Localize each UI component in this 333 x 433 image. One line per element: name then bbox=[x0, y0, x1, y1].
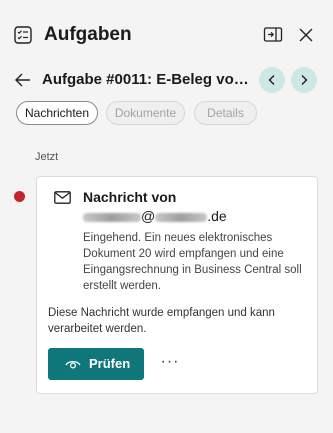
message-note: Diese Nachricht wurde empfangen und kann… bbox=[48, 307, 275, 335]
check-button[interactable]: Prüfen bbox=[48, 348, 144, 380]
sender-domain-suffix: .de bbox=[207, 208, 227, 224]
timeline-time-label: Jetzt bbox=[35, 151, 59, 163]
next-task-button[interactable] bbox=[291, 67, 317, 93]
eye-icon bbox=[65, 360, 81, 369]
unread-indicator bbox=[14, 191, 25, 202]
redacted-sender-domain bbox=[155, 212, 208, 222]
pane-title: Aufgaben bbox=[44, 24, 132, 45]
tab-dokumente[interactable]: Dokumente bbox=[106, 101, 185, 125]
chevron-left-icon bbox=[268, 75, 275, 85]
dock-panel-icon[interactable] bbox=[263, 26, 283, 44]
check-button-label: Prüfen bbox=[89, 356, 131, 371]
task-list-icon bbox=[14, 26, 32, 44]
close-icon[interactable] bbox=[296, 25, 316, 45]
pane-header: Aufgaben bbox=[0, 0, 333, 66]
task-title: Aufgabe #0011: E-Beleg von ti... bbox=[42, 71, 254, 88]
message-title: Nachricht von bbox=[83, 189, 177, 205]
message-card: Nachricht von @ .de Eingehend. Ein neues … bbox=[36, 176, 318, 394]
sender-address: @ .de bbox=[83, 208, 227, 225]
redacted-sender-name bbox=[83, 212, 141, 222]
tab-nachrichten[interactable]: Nachrichten bbox=[16, 101, 98, 125]
message-body: Eingehend. Ein neues elektronisches Doku… bbox=[83, 232, 302, 292]
arrow-left-icon[interactable] bbox=[13, 70, 33, 90]
tab-details[interactable]: Details bbox=[194, 101, 257, 125]
previous-task-button[interactable] bbox=[259, 67, 285, 93]
sender-at-sign: @ bbox=[141, 208, 156, 224]
chevron-right-icon bbox=[301, 75, 308, 85]
more-actions-button[interactable]: ··· bbox=[159, 354, 181, 374]
mail-icon bbox=[54, 191, 71, 204]
